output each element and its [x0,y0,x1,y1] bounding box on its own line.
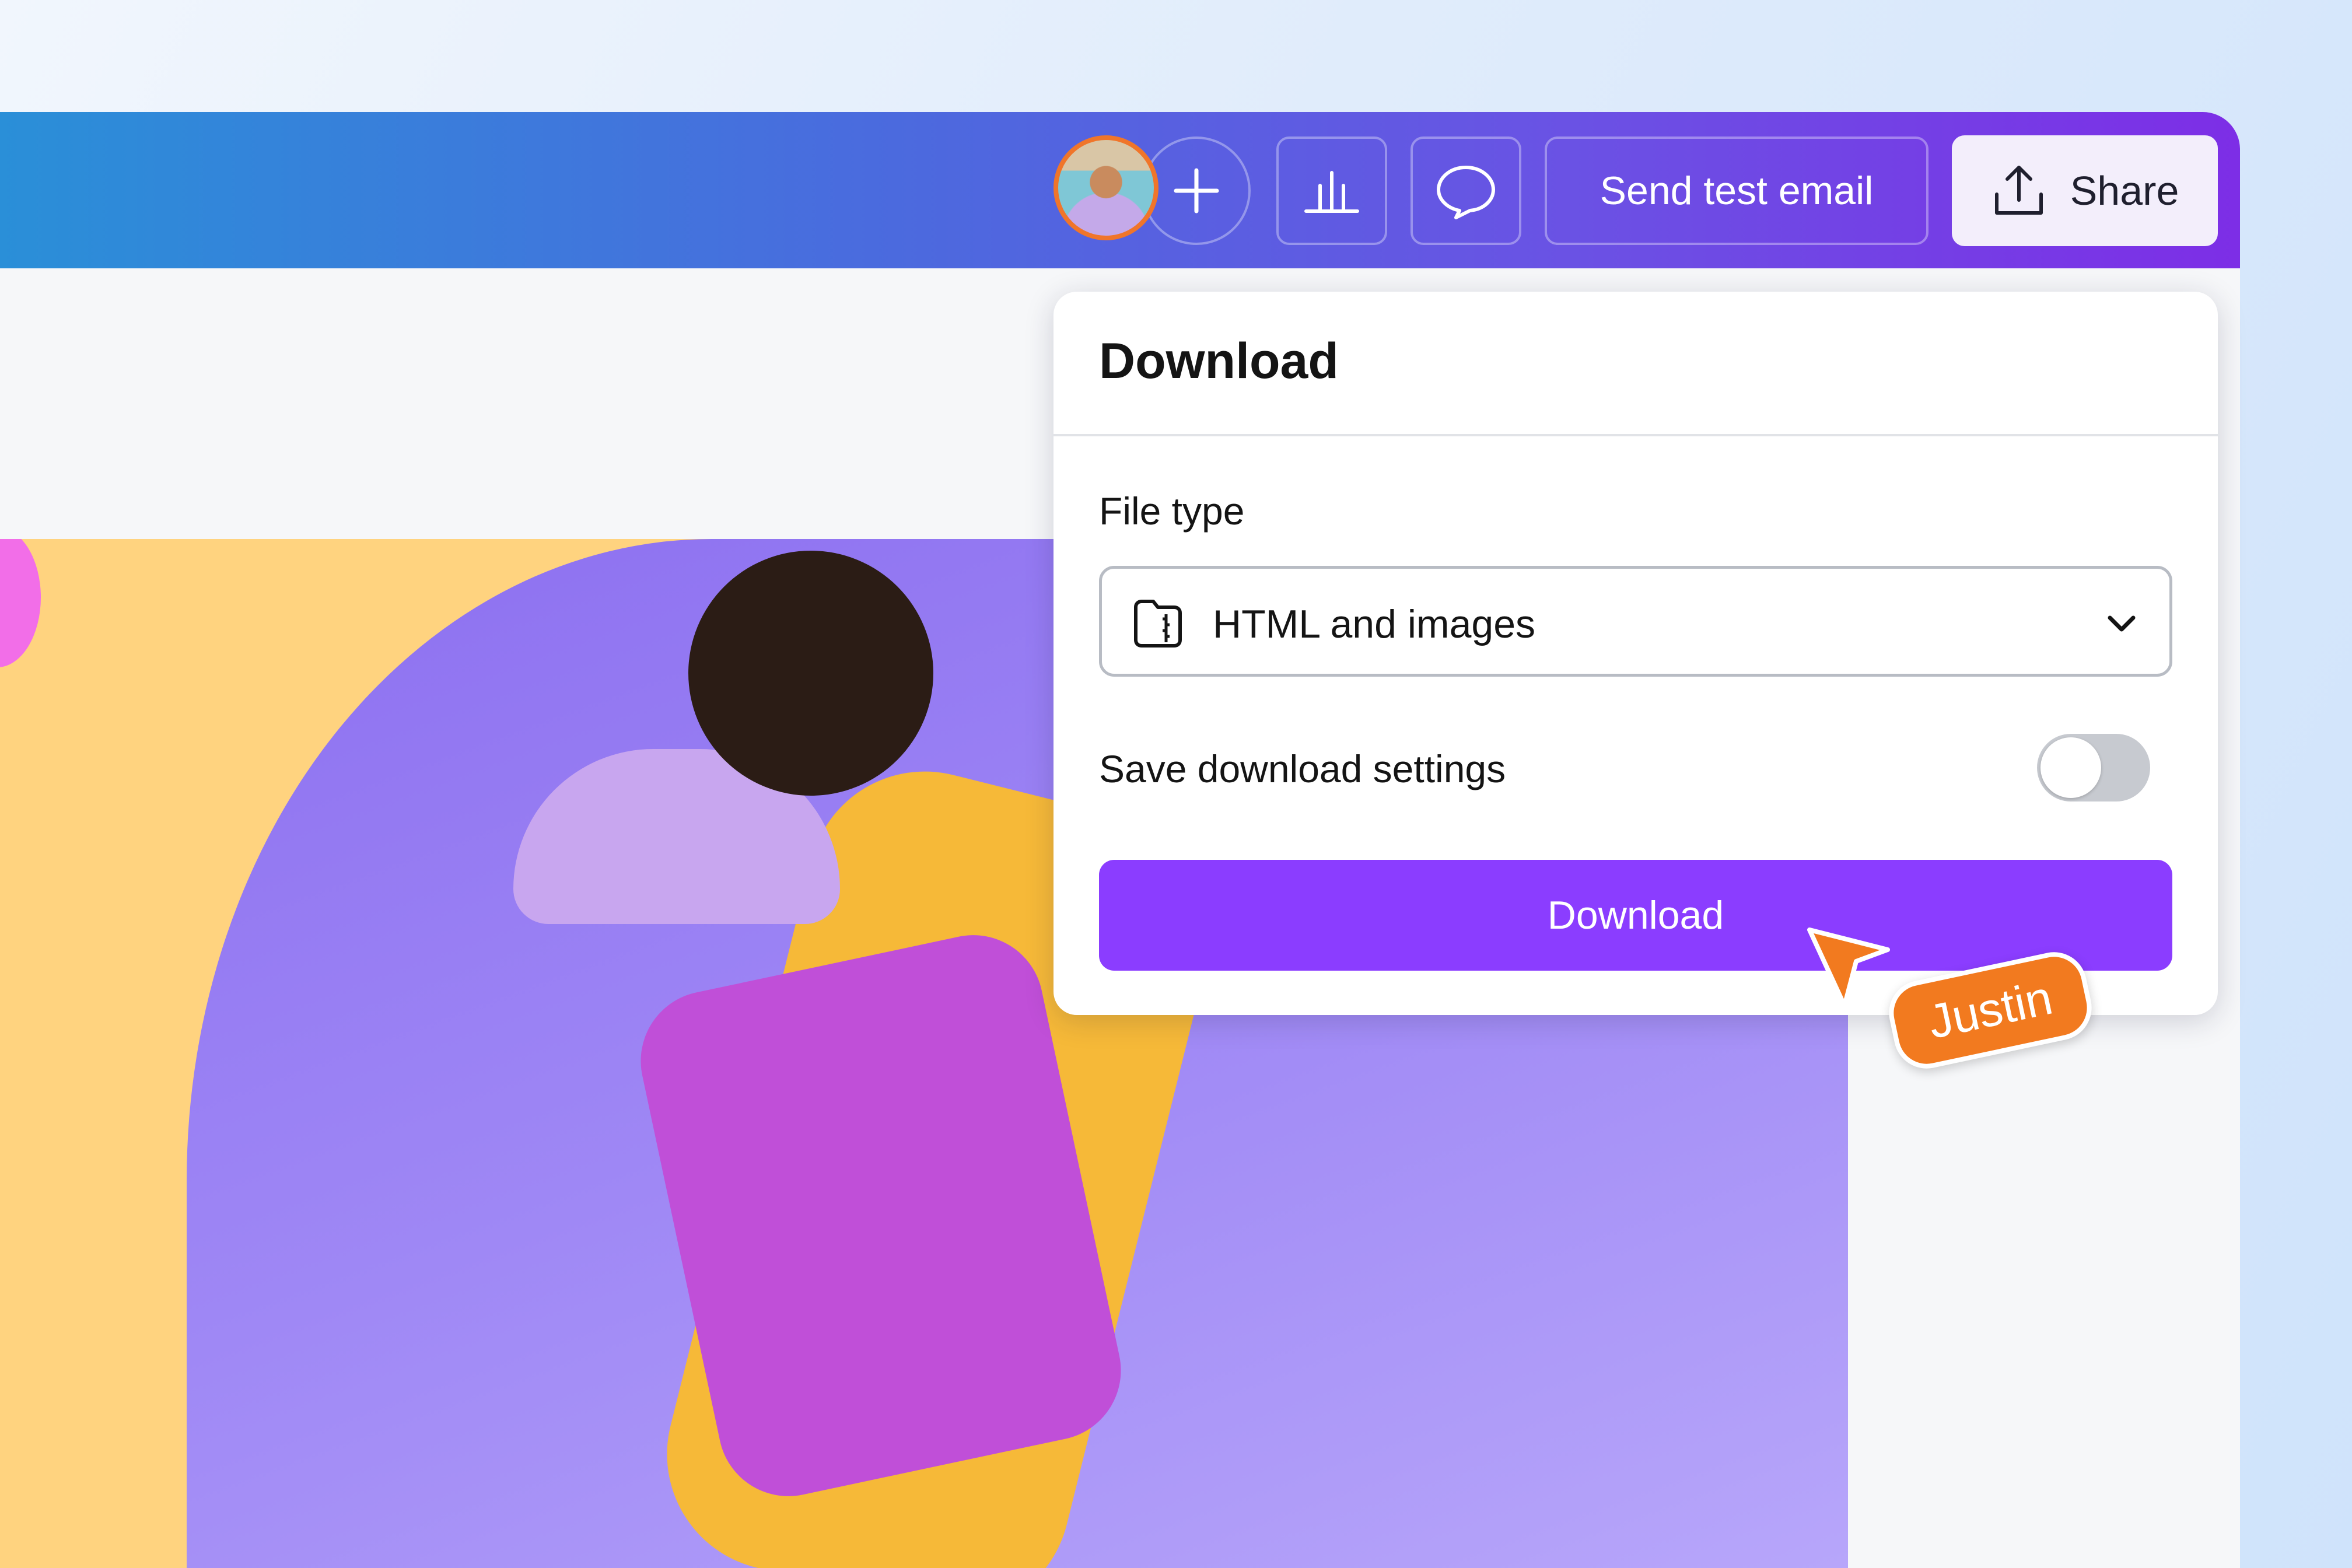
download-panel: Download File type HTML and images Save … [1054,292,2218,1015]
upload-icon [1994,166,2043,215]
file-type-label: File type [1099,489,1245,533]
user-avatar[interactable] [1054,135,1158,240]
add-collaborator-button[interactable] [1142,136,1251,245]
panel-divider [1054,434,2218,436]
chevron-down-icon [2108,615,2136,632]
photo-hair [688,551,933,796]
save-settings-toggle[interactable] [2037,734,2150,802]
canvas-decoration [0,539,41,667]
save-settings-label: Save download settings [1099,747,1506,790]
zip-folder-icon [1134,600,1182,648]
editor-topbar: Send test email Share [0,112,2240,268]
collaborator-cursor-icon [1807,928,1890,1008]
download-button[interactable]: Download [1099,860,2172,971]
file-type-value: HTML and images [1213,602,1536,646]
panel-title: Download [1099,333,1339,389]
share-label: Share [2070,168,2179,214]
share-button[interactable]: Share [1952,135,2218,246]
comment-button[interactable] [1410,136,1521,245]
insights-button[interactable] [1276,136,1387,245]
bar-chart-icon [1304,171,1359,213]
plus-icon [1174,168,1219,214]
toggle-knob [2041,737,2101,798]
file-type-select[interactable]: HTML and images [1099,566,2172,677]
send-test-email-button[interactable]: Send test email [1545,136,1929,245]
speech-bubble-icon [1437,166,1495,219]
